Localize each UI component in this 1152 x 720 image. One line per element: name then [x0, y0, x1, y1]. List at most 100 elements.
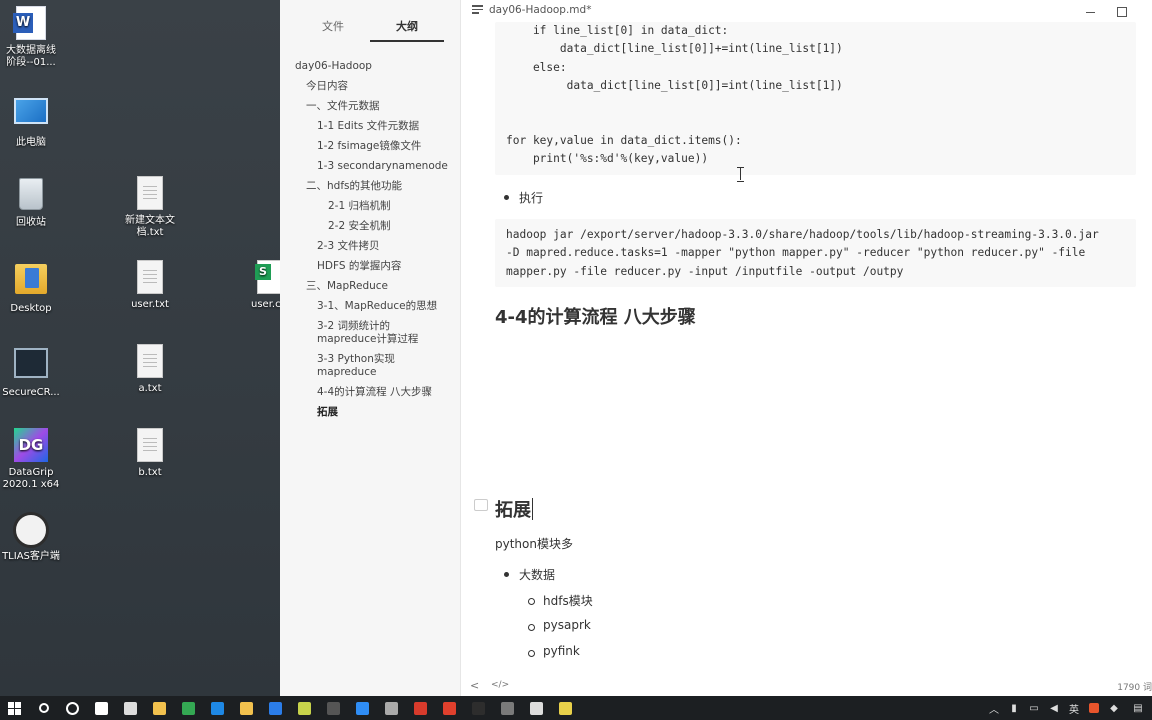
- xmind-icon[interactable]: [464, 696, 493, 720]
- outline-item[interactable]: 3-2 词频统计的 mapreduce计算过程: [280, 316, 460, 349]
- heading-marker-icon: [474, 499, 488, 511]
- sidebar-toggle-button[interactable]: <: [470, 679, 479, 692]
- outline-item[interactable]: 2-3 文件拷贝: [280, 236, 460, 256]
- outline-item[interactable]: 3-1、MapReduce的思想: [280, 296, 460, 316]
- this-pc-icon: [14, 98, 48, 124]
- outline-item[interactable]: 三、MapReduce: [280, 276, 460, 296]
- outline-item[interactable]: 2-1 归档机制: [280, 196, 460, 216]
- code-line: -D mapred.reduce.tasks=1 -mapper "python…: [506, 246, 1086, 260]
- minimize-button[interactable]: [1080, 2, 1102, 20]
- outline-item[interactable]: 一、文件元数据: [280, 96, 460, 116]
- wps-icon[interactable]: [406, 696, 435, 720]
- code-line: mapper.py -file reducer.py -input /input…: [506, 264, 904, 278]
- maximize-button[interactable]: [1111, 2, 1133, 20]
- mouse-text-cursor: [737, 167, 744, 182]
- vscode-icon[interactable]: [261, 696, 290, 720]
- edge-icon[interactable]: [203, 696, 232, 720]
- heading-extend[interactable]: 拓展: [495, 496, 533, 522]
- text-file-icon: [137, 344, 163, 378]
- start-icon[interactable]: [0, 696, 29, 720]
- ime-indicator[interactable]: 英: [1064, 696, 1084, 720]
- notes-icon[interactable]: [551, 696, 580, 720]
- cortana-icon[interactable]: [58, 696, 87, 720]
- code-line: hadoop jar /export/server/hadoop-3.3.0/s…: [506, 228, 1099, 241]
- tab-outline[interactable]: 大纲: [370, 0, 444, 42]
- desktop-icon-label: 新建文本文 档.txt: [125, 215, 175, 238]
- desktop-icon-a-txt[interactable]: a.txt: [119, 344, 181, 395]
- app-tray-icon[interactable]: [1084, 696, 1104, 720]
- feishu-icon[interactable]: [348, 696, 377, 720]
- outline-item[interactable]: day06-Hadoop: [280, 56, 460, 76]
- outline-item[interactable]: HDFS 的掌握内容: [280, 256, 460, 276]
- desktop-icon-desktop-folder[interactable]: Desktop: [0, 260, 62, 315]
- pycharm-icon[interactable]: [290, 696, 319, 720]
- code-line: data_dict[line_list[0]]=int(line_list[1]…: [506, 78, 843, 92]
- outline-item[interactable]: 2-2 安全机制: [280, 216, 460, 236]
- outline-list: day06-Hadoop 今日内容 一、文件元数据 1-1 Edits 文件元数据 1-…: [280, 42, 460, 422]
- word-doc-icon: W: [13, 6, 46, 40]
- bullet-bigdata: 大数据: [503, 568, 556, 582]
- desktop-icon-label: SecureCR...: [2, 387, 60, 398]
- code-line: for key,value in data_dict.items():: [506, 133, 742, 147]
- outline-item[interactable]: 1-2 fsimage镜像文件: [280, 136, 460, 156]
- app-red-icon[interactable]: [435, 696, 464, 720]
- desktop-icon-b-txt[interactable]: b.txt: [119, 428, 181, 479]
- outline-item[interactable]: 1-1 Edits 文件元数据: [280, 116, 460, 136]
- browser-icon[interactable]: [522, 696, 551, 720]
- desktop-icon-label: b.txt: [138, 467, 162, 478]
- explorer-icon[interactable]: [145, 696, 174, 720]
- tab-files[interactable]: 文件: [296, 0, 370, 42]
- outline-item[interactable]: 4-4的计算流程 八大步骤: [280, 382, 460, 402]
- title-bar: day06-Hadoop.md*: [461, 0, 1152, 22]
- microphone-icon[interactable]: ▮: [1004, 696, 1024, 720]
- taskbar: ︿ ▮ ▭ ◀ 英 ◆ ▤: [0, 696, 1152, 720]
- volume-icon[interactable]: ◀: [1044, 696, 1064, 720]
- spreadsheet-file-icon: S: [255, 260, 280, 294]
- desktop-icon-tlias[interactable]: TLIAS客户端: [0, 512, 62, 563]
- desktop-icon-recycle-bin[interactable]: 回收站: [0, 176, 62, 229]
- chevron-up-icon[interactable]: ︿: [984, 696, 1004, 720]
- code-block-python[interactable]: if line_list[0] in data_dict: data_dict[…: [495, 22, 1136, 175]
- outline-sidebar: 文件 大纲 day06-Hadoop 今日内容 一、文件元数据 1-1 Edits 文…: [280, 0, 461, 696]
- outline-item[interactable]: 1-3 secondarynamenode: [280, 156, 460, 176]
- desktop-icon-word-doc[interactable]: W 大数据离线 阶段--01...: [0, 6, 62, 69]
- word-count[interactable]: 1790 词: [1117, 680, 1152, 693]
- status-bar: < </> 1790 词: [461, 674, 1152, 696]
- desktop-icon-label: 此电脑: [16, 137, 46, 148]
- source-mode-button[interactable]: </>: [491, 680, 509, 690]
- settings-icon[interactable]: [377, 696, 406, 720]
- typora-icon[interactable]: [319, 696, 348, 720]
- folder-icon[interactable]: [232, 696, 261, 720]
- network-icon[interactable]: ▭: [1024, 696, 1044, 720]
- tlias-client-icon: [13, 512, 49, 548]
- code-block-hadoop-command[interactable]: hadoop jar /export/server/hadoop-3.3.0/s…: [495, 219, 1136, 287]
- text-file-icon: [137, 176, 163, 210]
- chrome-icon[interactable]: [174, 696, 203, 720]
- desktop-icon-user-txt[interactable]: user.txt: [119, 260, 181, 311]
- store-icon[interactable]: [116, 696, 145, 720]
- security-icon[interactable]: ◆: [1104, 696, 1124, 720]
- task-view-icon[interactable]: [87, 696, 116, 720]
- desktop-icon-securecrt[interactable]: SecureCR...: [0, 344, 62, 399]
- notification-icon[interactable]: ▤: [1124, 696, 1152, 720]
- desktop-icon-label: 大数据离线 阶段--01...: [6, 45, 56, 68]
- desktop-icon-user-csv[interactable]: S user.c: [236, 260, 280, 311]
- search-icon[interactable]: [29, 696, 58, 720]
- folder-icon: [15, 264, 47, 294]
- desktop-icon-new-text[interactable]: 新建文本文 档.txt: [119, 176, 181, 239]
- text-file-icon: [137, 428, 163, 462]
- outline-item[interactable]: 3-3 Python实现 mapreduce: [280, 349, 460, 382]
- sidebar-tabs: 文件 大纲: [280, 0, 460, 42]
- terminal-icon[interactable]: [493, 696, 522, 720]
- paragraph-python-modules: python模块多: [495, 537, 573, 551]
- desktop-icon-datagrip[interactable]: DG DataGrip 2020.1 x64: [0, 428, 62, 491]
- desktop-icon-label: DataGrip 2020.1 x64: [2, 467, 60, 490]
- outline-item[interactable]: 今日内容: [280, 76, 460, 96]
- desktop-icon-label: 回收站: [16, 217, 46, 228]
- outline-item[interactable]: 拓展: [280, 402, 460, 422]
- code-line: print('%s:%d'%(key,value)): [506, 152, 709, 166]
- desktop-icon-this-pc[interactable]: 此电脑: [0, 94, 62, 149]
- outline-item[interactable]: 二、hdfs的其他功能: [280, 176, 460, 196]
- menu-icon[interactable]: [472, 5, 483, 14]
